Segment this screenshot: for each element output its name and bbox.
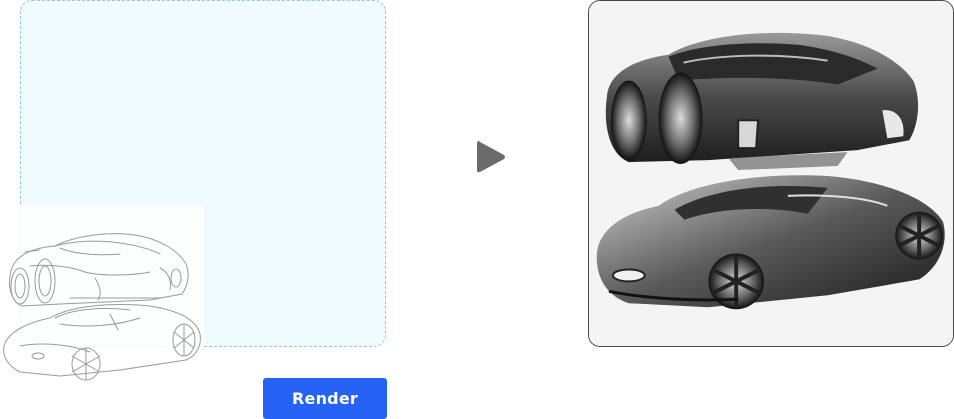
play-arrow-icon: [474, 138, 508, 176]
render-button[interactable]: Render: [263, 378, 387, 419]
rendered-output-image: [588, 0, 954, 347]
sketch-image: [0, 206, 204, 386]
